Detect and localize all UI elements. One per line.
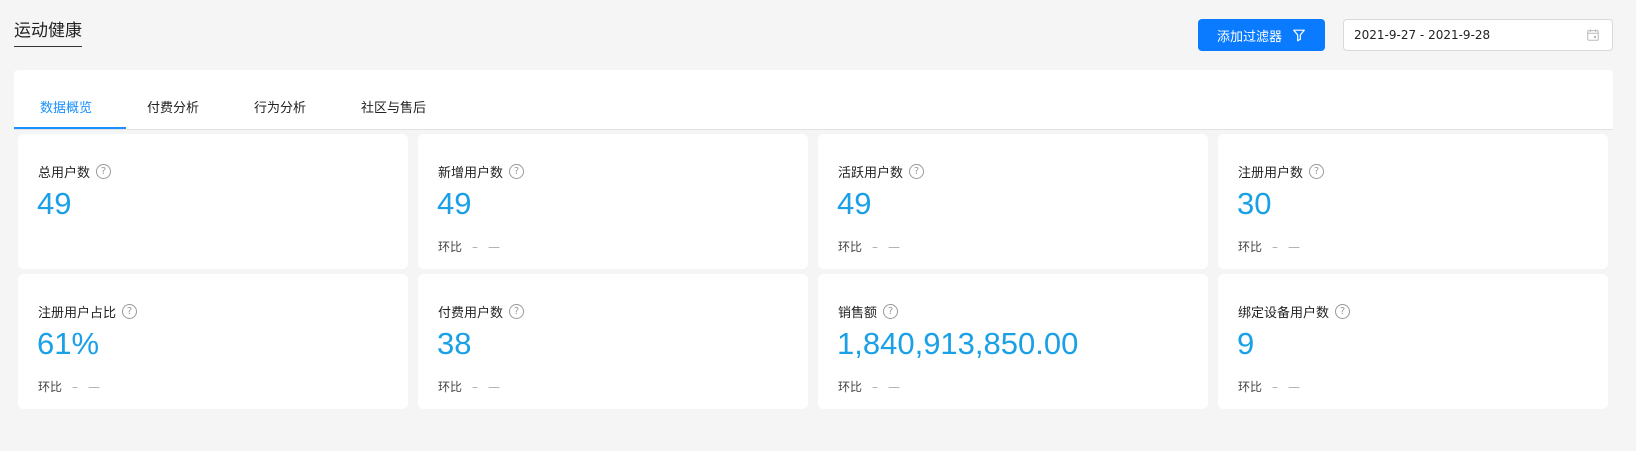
metric-value: 49 (837, 186, 872, 221)
question-circle-icon[interactable]: ? (509, 164, 525, 179)
tab-data-overview[interactable]: 数据概览 (40, 97, 92, 129)
compare-value: – (872, 379, 879, 394)
metric-compare: 环比 – — (1238, 238, 1300, 255)
dashboard-panel: 数据概览 付费分析 行为分析 社区与售后 总用户数 ? 49 新增用户数 ? 4… (14, 70, 1613, 445)
top-bar: 运动健康 添加过滤器 2021-9-27 - 2021-9-28 (0, 0, 1636, 66)
metric-value: 49 (437, 186, 472, 221)
metric-label-wrap: 付费用户数 ? (438, 302, 525, 321)
question-circle-icon[interactable]: ? (509, 304, 525, 319)
question-circle-icon[interactable]: ? (1309, 164, 1325, 179)
compare-trend: — (1288, 379, 1301, 394)
metric-value: 38 (437, 326, 472, 361)
metric-compare: 环比 – — (838, 238, 900, 255)
compare-trend: — (888, 239, 901, 254)
metric-value: 30 (1237, 186, 1272, 221)
compare-label: 环比 (438, 380, 463, 394)
compare-value: – (72, 379, 79, 394)
metric-label-wrap: 活跃用户数 ? (838, 162, 925, 181)
metric-label-wrap: 绑定设备用户数 ? (1238, 302, 1351, 321)
tab-community-aftersales[interactable]: 社区与售后 (361, 97, 426, 129)
metric-label-wrap: 注册用户占比 ? (38, 302, 138, 321)
date-range-value: 2021-9-27 - 2021-9-28 (1354, 28, 1491, 42)
metric-label: 新增用户数 (438, 166, 504, 181)
question-circle-icon[interactable]: ? (883, 304, 899, 319)
compare-value: – (1272, 239, 1279, 254)
compare-label: 环比 (38, 380, 63, 394)
metric-value: 49 (37, 186, 72, 221)
compare-value: – (1272, 379, 1279, 394)
metric-card-paying-users: 付费用户数 ? 38 环比 – — (418, 274, 808, 409)
compare-trend: — (888, 379, 901, 394)
compare-label: 环比 (838, 380, 863, 394)
date-range-picker[interactable]: 2021-9-27 - 2021-9-28 (1343, 19, 1613, 51)
question-circle-icon[interactable]: ? (1335, 304, 1351, 319)
compare-trend: — (488, 379, 501, 394)
add-filter-label: 添加过滤器 (1216, 29, 1282, 45)
compare-label: 环比 (1238, 380, 1263, 394)
metric-label: 活跃用户数 (838, 166, 904, 181)
tab-behavior-analysis[interactable]: 行为分析 (254, 97, 306, 129)
metric-value: 61% (37, 326, 100, 361)
metric-label: 注册用户数 (1238, 166, 1304, 181)
page-title: 运动健康 (14, 20, 82, 47)
metric-label-wrap: 销售额 ? (838, 302, 899, 321)
add-filter-button[interactable]: 添加过滤器 (1198, 19, 1325, 51)
metric-compare: 环比 – — (838, 378, 900, 395)
metric-card-sales: 销售额 ? 1,840,913,850.00 环比 – — (818, 274, 1208, 409)
compare-trend: — (88, 379, 101, 394)
metric-label: 注册用户占比 (38, 306, 117, 321)
compare-label: 环比 (1238, 240, 1263, 254)
tab-bar: 数据概览 付费分析 行为分析 社区与售后 (14, 70, 1613, 130)
metric-card-device-bound-users: 绑定设备用户数 ? 9 环比 – — (1218, 274, 1608, 409)
calendar-icon[interactable] (1586, 28, 1600, 42)
tab-payment-analysis[interactable]: 付费分析 (147, 97, 199, 129)
metric-compare: 环比 – — (438, 378, 500, 395)
metric-value: 1,840,913,850.00 (837, 326, 1079, 361)
metric-compare: 环比 – — (38, 378, 100, 395)
compare-label: 环比 (438, 240, 463, 254)
metric-label: 绑定设备用户数 (1238, 306, 1330, 321)
active-tab-indicator (14, 127, 126, 129)
metric-compare: 环比 – — (1238, 378, 1300, 395)
metrics-grid: 总用户数 ? 49 新增用户数 ? 49 环比 – — 活跃用户数 ? 49 环… (14, 130, 1613, 445)
metric-card-total-users: 总用户数 ? 49 (18, 134, 408, 269)
filter-icon (1293, 29, 1305, 42)
compare-label: 环比 (838, 240, 863, 254)
compare-value: – (472, 239, 479, 254)
metric-compare: 环比 – — (438, 238, 500, 255)
question-circle-icon[interactable]: ? (96, 164, 112, 179)
metric-label-wrap: 总用户数 ? (38, 162, 112, 181)
metric-card-active-users: 活跃用户数 ? 49 环比 – — (818, 134, 1208, 269)
question-circle-icon[interactable]: ? (122, 304, 138, 319)
metric-value: 9 (1237, 326, 1255, 361)
metric-label: 总用户数 (38, 166, 91, 181)
metric-label: 付费用户数 (438, 306, 504, 321)
compare-value: – (472, 379, 479, 394)
compare-value: – (872, 239, 879, 254)
metric-card-registered-users: 注册用户数 ? 30 环比 – — (1218, 134, 1608, 269)
metric-card-registered-ratio: 注册用户占比 ? 61% 环比 – — (18, 274, 408, 409)
question-circle-icon[interactable]: ? (909, 164, 925, 179)
metric-label-wrap: 注册用户数 ? (1238, 162, 1325, 181)
metric-label-wrap: 新增用户数 ? (438, 162, 525, 181)
metric-card-new-users: 新增用户数 ? 49 环比 – — (418, 134, 808, 269)
compare-trend: — (1288, 239, 1301, 254)
compare-trend: — (488, 239, 501, 254)
metric-label: 销售额 (838, 306, 878, 321)
